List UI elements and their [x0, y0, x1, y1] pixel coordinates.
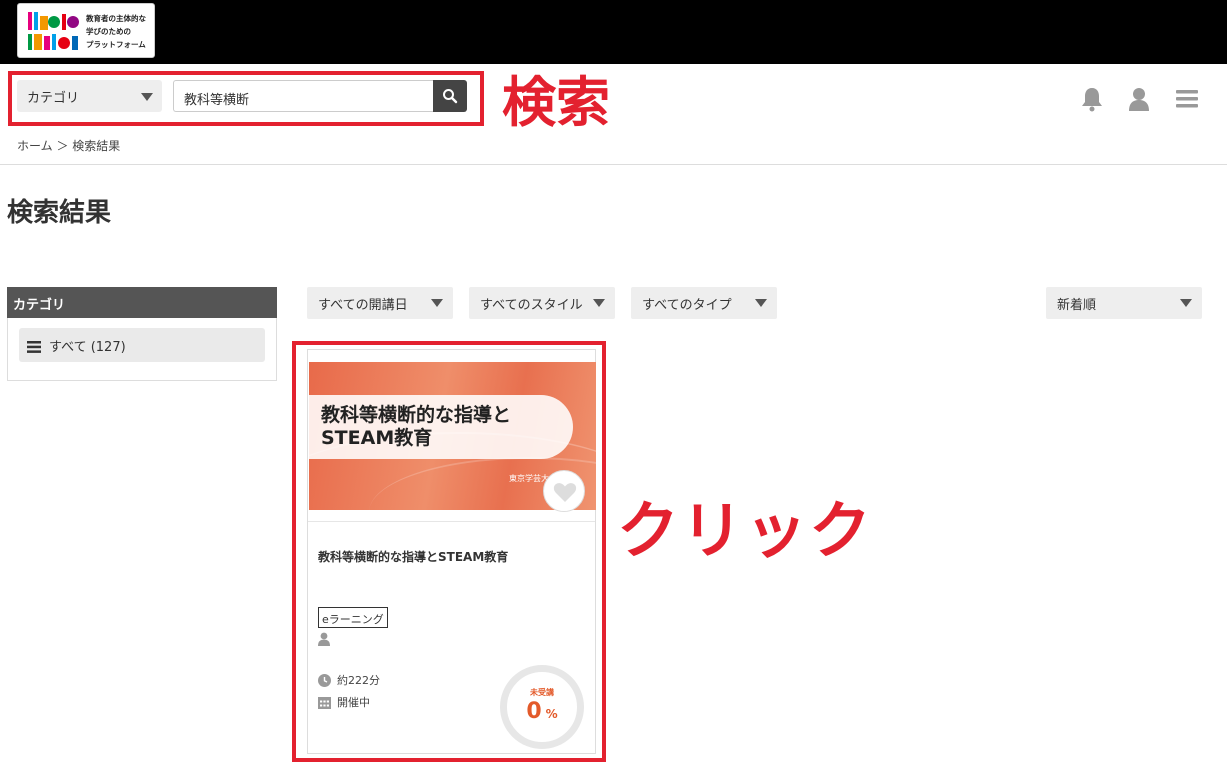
sidebar-item-label: すべて (127)	[49, 340, 126, 355]
sidebar-item-all[interactable]: すべて (127)	[19, 328, 265, 362]
bell-icon[interactable]	[1080, 86, 1104, 112]
type-filter-dropdown[interactable]: すべてのタイプ	[631, 287, 777, 319]
chevron-down-icon	[431, 299, 443, 307]
click-annotation: クリック	[617, 494, 874, 567]
date-filter-dropdown[interactable]: すべての開講日	[307, 287, 453, 319]
sort-dropdown[interactable]: 新着順	[1046, 287, 1202, 319]
chevron-down-icon	[755, 299, 767, 307]
date-filter-label: すべての開講日	[318, 298, 408, 313]
top-header: 教育者の主体的な 学びのための プラットフォーム	[0, 0, 1227, 64]
logo-line-3: プラットフォーム	[86, 40, 146, 49]
sidebar-category-list: すべて (127)	[7, 318, 277, 381]
user-icon[interactable]	[1128, 86, 1150, 112]
style-filter-label: すべてのスタイル	[480, 298, 583, 313]
search-highlight-box	[8, 71, 484, 126]
hamburger-menu-icon[interactable]	[1176, 86, 1198, 112]
style-filter-dropdown[interactable]: すべてのスタイル	[469, 287, 615, 319]
logo-text: 教育者の主体的な 学びのための プラットフォーム	[86, 12, 146, 51]
site-logo[interactable]: 教育者の主体的な 学びのための プラットフォーム	[17, 3, 155, 58]
chevron-down-icon	[1180, 299, 1192, 307]
logo-line-1: 教育者の主体的な	[86, 14, 146, 23]
logo-mark-icon	[28, 12, 79, 50]
header-divider	[0, 164, 1227, 165]
search-annotation: 検索	[502, 71, 610, 134]
sidebar-heading: カテゴリ	[7, 287, 277, 318]
chevron-down-icon	[593, 299, 605, 307]
list-icon	[27, 341, 41, 353]
type-filter-label: すべてのタイプ	[642, 298, 732, 313]
breadcrumb[interactable]: ホーム ＞ 検索結果	[17, 137, 120, 154]
sort-label: 新着順	[1057, 298, 1097, 313]
page-title: 検索結果	[7, 198, 112, 228]
logo-line-2: 学びのための	[86, 27, 131, 36]
card-highlight-box	[292, 341, 606, 762]
